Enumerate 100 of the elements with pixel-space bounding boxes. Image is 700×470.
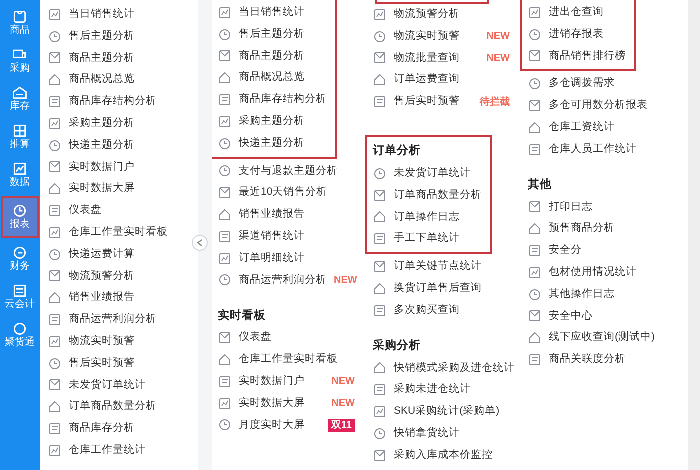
report-link[interactable]: 商品主题分析 xyxy=(48,50,135,66)
report-link[interactable]: 进销存报表 xyxy=(528,26,604,43)
report-link[interactable]: 实时数据门户 xyxy=(48,160,135,176)
report-link[interactable]: 仓库人员工作统计 xyxy=(528,142,637,158)
report-icon xyxy=(218,114,232,129)
report-link[interactable]: 销售业绩报告 xyxy=(218,207,305,223)
report-link[interactable]: 快递运费计算 xyxy=(48,246,135,263)
report-link[interactable]: 售后主题分析 xyxy=(48,28,135,45)
report-link[interactable]: 订单运费查询 xyxy=(373,72,460,88)
report-link[interactable]: 商品概况总览 xyxy=(218,70,305,86)
tag-label: NEW xyxy=(334,274,358,288)
report-link[interactable]: 商品运营利润分析 xyxy=(218,272,327,288)
report-link[interactable]: 采购未进仓统计 xyxy=(373,382,471,398)
report-icon xyxy=(373,188,387,203)
report-link[interactable]: 仪表盘 xyxy=(48,203,102,219)
report-link[interactable]: 其他操作日志 xyxy=(528,286,615,303)
report-link[interactable]: 商品主题分析 xyxy=(218,48,305,64)
report-link[interactable]: 商品库存结构分析 xyxy=(218,92,327,108)
report-link[interactable]: SKU采购统计(采购单) xyxy=(373,404,500,420)
report-link[interactable]: 手工下单统计 xyxy=(373,231,460,248)
report-icon xyxy=(528,49,542,64)
report-link[interactable]: 渠道销售统计 xyxy=(218,228,305,245)
report-link[interactable]: 快递主题分析 xyxy=(48,138,135,154)
report-link[interactable]: 包材使用情况统计 xyxy=(528,264,637,281)
report-link[interactable]: 物流实时预警 xyxy=(48,334,135,350)
report-link[interactable]: 快销模式采购及进仓统计 xyxy=(373,360,515,376)
report-link[interactable]: 实时数据门户 xyxy=(218,374,305,390)
report-link[interactable]: 多次购买查询 xyxy=(373,302,460,319)
report-icon xyxy=(528,77,542,92)
report-link[interactable]: 线下应收查询(测试中) xyxy=(528,330,655,346)
report-link[interactable]: 快递主题分析 xyxy=(218,136,305,152)
report-icon xyxy=(48,138,62,153)
report-link[interactable]: 未发货订单统计 xyxy=(48,378,146,394)
report-link[interactable]: 售后实时预警 xyxy=(48,356,135,372)
report-link[interactable]: 多仓可用数分析报表 xyxy=(528,98,648,114)
report-link[interactable]: 商品概况总览 xyxy=(48,72,135,88)
report-link[interactable]: 未发货订单统计 xyxy=(373,166,471,182)
report-link[interactable]: 商品运营利润分析 xyxy=(48,312,157,328)
report-link[interactable]: 采购主题分析 xyxy=(218,114,305,130)
report-link[interactable]: 支付与退款主题分析 xyxy=(218,164,338,180)
report-icon xyxy=(48,248,62,262)
report-link[interactable]: 多仓调拨需求 xyxy=(528,76,615,92)
report-icon xyxy=(528,120,542,135)
report-link[interactable]: 打印日志 xyxy=(528,200,593,216)
report-link[interactable]: 实时数据大屏 xyxy=(48,181,135,198)
report-icon xyxy=(528,244,542,258)
report-link[interactable]: 订单操作日志 xyxy=(373,210,460,226)
report-icon xyxy=(48,8,62,22)
report-icon xyxy=(373,73,387,88)
report-icon xyxy=(48,226,62,240)
report-icon xyxy=(218,353,232,368)
report-link[interactable]: 安全分 xyxy=(528,243,582,259)
report-link[interactable]: 仓库工作量统计 xyxy=(48,442,146,459)
report-link[interactable]: 安全中心 xyxy=(528,308,593,324)
report-link[interactable]: 订单关键节点统计 xyxy=(373,259,482,275)
nav-icon xyxy=(12,85,28,101)
report-link[interactable]: 仓库工作量实时看板 xyxy=(48,224,168,241)
report-link[interactable]: 采购入库成本价监控 xyxy=(373,448,493,464)
report-link[interactable]: 当日销售统计 xyxy=(48,7,135,23)
report-link[interactable]: 售后主题分析 xyxy=(218,26,305,43)
section-heading: 订单分析 xyxy=(373,143,422,160)
report-link[interactable]: 换货订单售后查询 xyxy=(373,280,482,297)
sidebar-tab[interactable]: 报表 xyxy=(1,196,39,238)
report-link[interactable]: 仓库工作量实时看板 xyxy=(218,352,338,368)
report-link[interactable]: 物流预警分析 xyxy=(48,268,135,284)
report-icon xyxy=(373,282,387,296)
report-icon xyxy=(373,30,387,44)
report-icon xyxy=(48,95,62,110)
report-icon xyxy=(48,313,62,328)
report-link[interactable]: 快销拿货统计 xyxy=(373,426,460,442)
report-link[interactable]: 商品库存结构分析 xyxy=(48,94,157,110)
collapse-button[interactable] xyxy=(192,235,208,251)
report-link[interactable]: 售后实时预警 xyxy=(373,94,460,110)
report-link[interactable]: 订单明细统计 xyxy=(218,250,305,267)
report-link[interactable]: 采购主题分析 xyxy=(48,116,135,132)
report-icon xyxy=(218,208,232,222)
report-icon xyxy=(48,444,62,458)
report-link[interactable]: 商品库存分析 xyxy=(48,421,135,437)
report-link[interactable]: 实时数据大屏 xyxy=(218,396,305,412)
report-link[interactable]: 仪表盘 xyxy=(218,330,272,346)
report-icon xyxy=(373,51,387,66)
nav-icon xyxy=(12,283,28,299)
report-link[interactable]: 仓库工资统计 xyxy=(528,120,615,136)
report-link[interactable]: 最近10天销售分析 xyxy=(218,185,328,202)
section-heading: 其他 xyxy=(528,177,553,193)
badge: 双11 xyxy=(328,418,355,432)
report-link[interactable]: 物流预警分析 xyxy=(373,7,460,23)
report-link[interactable]: 订单商品数量分析 xyxy=(48,399,157,416)
report-link[interactable]: 预售商品分析 xyxy=(528,221,615,238)
report-icon xyxy=(528,28,542,42)
nav-icon xyxy=(12,245,28,261)
report-link[interactable]: 当日销售统计 xyxy=(218,5,305,21)
report-link[interactable]: 月度实时大屏 xyxy=(218,418,305,434)
report-link[interactable]: 商品销售排行榜 xyxy=(528,48,626,64)
report-link[interactable]: 进出仓查询 xyxy=(528,5,604,21)
report-link[interactable]: 物流批量查询 xyxy=(373,50,460,66)
report-link[interactable]: 商品关联度分析 xyxy=(528,352,626,368)
report-link[interactable]: 销售业绩报告 xyxy=(48,290,135,306)
report-link[interactable]: 物流实时预警 xyxy=(373,28,460,45)
report-link[interactable]: 订单商品数量分析 xyxy=(373,188,482,204)
